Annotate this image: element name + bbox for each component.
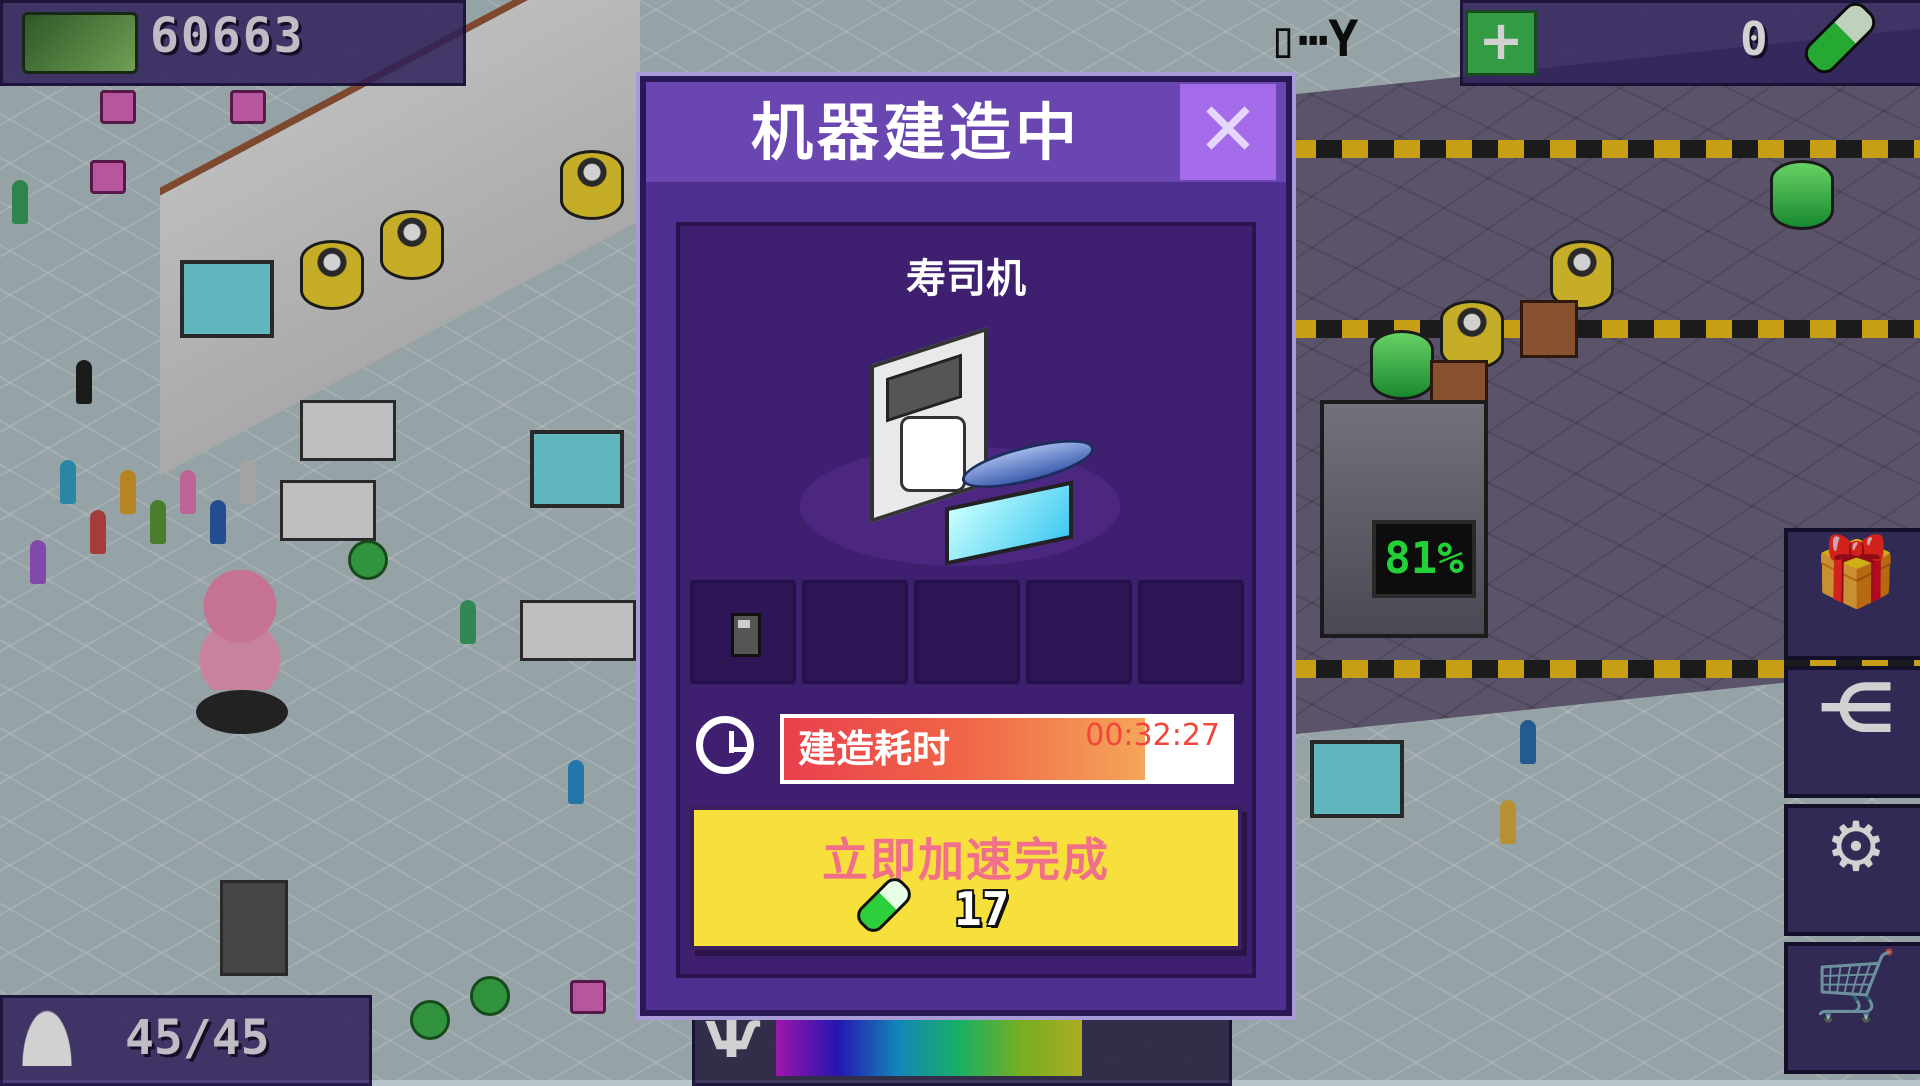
clock-hand xyxy=(729,747,747,752)
dialog-title: 机器建造中 xyxy=(750,96,1081,169)
component-slot[interactable] xyxy=(914,580,1020,684)
speed-up-label: 立即加速完成 xyxy=(822,833,1110,887)
machine-name: 寿司机 xyxy=(906,256,1026,302)
component-slot[interactable] xyxy=(1026,580,1132,684)
close-icon: ✕ xyxy=(1196,87,1259,173)
component-slot[interactable] xyxy=(802,580,908,684)
component-slots xyxy=(690,580,1244,684)
dialog-header: 机器建造中 ✕ xyxy=(646,82,1286,182)
robot-arm xyxy=(900,416,966,492)
speed-up-button[interactable]: 立即加速完成 17 xyxy=(690,806,1242,950)
speed-up-cost: 17 xyxy=(954,882,1010,936)
build-progress-bar: 建造耗时 00:32:27 xyxy=(780,714,1234,784)
sushi-machine-preview xyxy=(800,326,1120,566)
build-time-label: 建造耗时 xyxy=(798,727,951,771)
floppy-disk-icon xyxy=(731,613,761,657)
close-button[interactable]: ✕ xyxy=(1180,84,1276,180)
build-machine-dialog: 机器建造中 ✕ 寿司机 建造耗时 00:32:27 立即加速完成 17 xyxy=(640,76,1292,1016)
dialog-body: 寿司机 建造耗时 00:32:27 立即加速完成 17 xyxy=(676,222,1256,978)
component-slot[interactable] xyxy=(1138,580,1244,684)
remaining-time: 00:32:27 xyxy=(1085,718,1220,753)
component-slot[interactable] xyxy=(690,580,796,684)
clock-icon xyxy=(696,716,754,774)
